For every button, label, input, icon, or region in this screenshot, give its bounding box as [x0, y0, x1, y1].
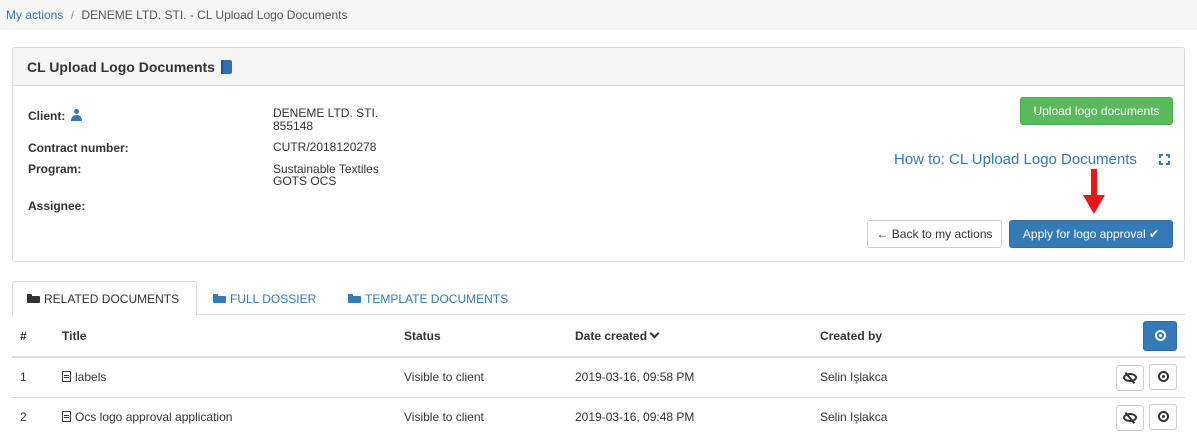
header-num: #	[12, 315, 48, 358]
row-actions	[1075, 397, 1185, 434]
eye-slash-icon	[1123, 413, 1137, 422]
header-actions	[1075, 315, 1185, 358]
header-created-by: Created by	[820, 315, 1075, 358]
row-status: Visible to client	[404, 357, 575, 398]
document-icon	[62, 411, 71, 422]
documents-table: # Title Status Date created Created by 1…	[12, 315, 1185, 434]
hide-from-client-button[interactable]	[1116, 404, 1144, 431]
client-name-link[interactable]: DENEME LTD. STI.	[273, 107, 378, 119]
red-arrow-annotation	[1083, 169, 1105, 214]
header-date-created[interactable]: Date created	[575, 315, 820, 358]
howto-link[interactable]: How to: CL Upload Logo Documents	[894, 151, 1137, 168]
upload-logo-documents-button[interactable]: Upload logo documents	[1020, 97, 1173, 125]
row-title[interactable]: labels	[48, 357, 404, 398]
download-button[interactable]	[1149, 363, 1177, 390]
breadcrumb-separator: /	[70, 8, 75, 22]
action-panel: CL Upload Logo Documents Client: DENEME …	[12, 47, 1185, 262]
row-created-by: Selin Işlakca	[820, 397, 1075, 434]
header-title: Title	[48, 315, 404, 358]
page-title: CL Upload Logo Documents	[27, 58, 215, 75]
row-actions	[1075, 357, 1185, 398]
tab-label: TEMPLATE DOCUMENTS	[365, 291, 509, 306]
header-status: Status	[404, 315, 575, 358]
contract-number-label: Contract number:	[28, 141, 129, 155]
row-date: 2019-03-16, 09:48 PM	[575, 397, 820, 434]
table-header-row: # Title Status Date created Created by	[12, 315, 1185, 358]
back-to-my-actions-button[interactable]: ← Back to my actions	[867, 220, 1002, 248]
tab-full-dossier[interactable]: FULL DOSSIER	[199, 281, 330, 316]
client-id-link[interactable]: 855148	[273, 120, 313, 132]
row-title[interactable]: Ocs logo approval application	[48, 397, 404, 434]
breadcrumb: My actions / DENEME LTD. STI. - CL Uploa…	[0, 0, 1197, 30]
expand-icon[interactable]	[1159, 154, 1170, 165]
breadcrumb-my-actions-link[interactable]: My actions	[6, 8, 63, 22]
document-icon	[62, 371, 71, 383]
apply-for-logo-approval-button[interactable]: Apply for logo approval ✔	[1009, 220, 1173, 248]
folder-open-icon	[27, 294, 40, 303]
assignee-label: Assignee:	[28, 199, 86, 213]
document-tabs: RELATED DOCUMENTS FULL DOSSIER TEMPLATE …	[12, 281, 1185, 316]
circle-plus-icon	[1154, 330, 1166, 341]
tab-label: RELATED DOCUMENTS	[44, 291, 180, 306]
tab-template-documents[interactable]: TEMPLATE DOCUMENTS	[334, 281, 522, 316]
panel-heading: CL Upload Logo Documents	[13, 48, 1184, 86]
program-label: Program:	[28, 162, 82, 176]
row-num: 2	[12, 397, 48, 434]
row-status: Visible to client	[404, 397, 575, 434]
table-row: 1 labels Visible to client 2019-03-16, 0…	[12, 357, 1185, 398]
row-created-by: Selin Işlakca	[820, 357, 1075, 398]
folder-open-icon	[213, 294, 226, 303]
client-label: Client:	[28, 109, 83, 123]
folder-open-icon	[348, 294, 361, 303]
contract-number-value: CUTR/2018120278	[273, 140, 377, 154]
circle-plus-icon	[1157, 371, 1169, 383]
row-num: 1	[12, 357, 48, 398]
breadcrumb-current: DENEME LTD. STI. - CL Upload Logo Docume…	[81, 8, 348, 22]
user-icon	[71, 109, 83, 121]
row-date: 2019-03-16, 09:58 PM	[575, 357, 820, 398]
download-button[interactable]	[1149, 403, 1177, 430]
table-row: 2 Ocs logo approval application Visible …	[12, 397, 1185, 434]
eye-slash-icon	[1123, 373, 1137, 383]
program-line-2: GOTS OCS	[273, 174, 337, 188]
tab-label: FULL DOSSIER	[230, 291, 317, 306]
hide-from-client-button[interactable]	[1116, 364, 1144, 391]
chevron-down-icon	[649, 328, 660, 338]
circle-plus-icon	[1157, 411, 1169, 422]
book-icon	[220, 59, 232, 74]
add-document-button[interactable]	[1143, 320, 1177, 351]
tab-related-documents[interactable]: RELATED DOCUMENTS	[12, 281, 197, 316]
